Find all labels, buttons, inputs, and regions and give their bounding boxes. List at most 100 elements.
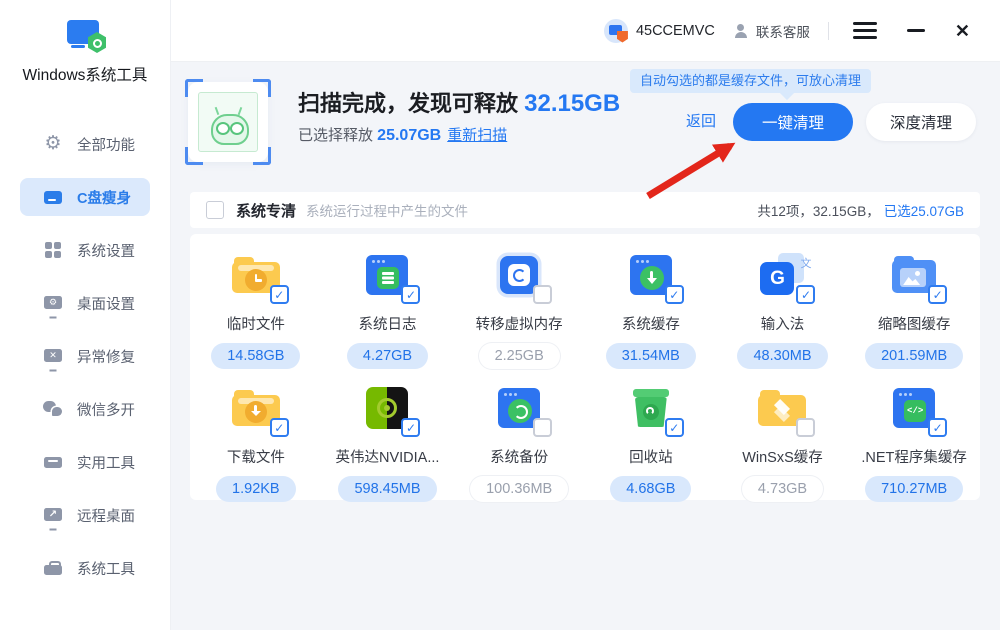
toolbox-icon: [43, 452, 63, 472]
item-label: 系统日志: [358, 313, 416, 334]
grid-icon: [43, 240, 63, 260]
main-area: 45CCEMVC 联系客服 ✕: [170, 0, 1000, 630]
item-label: .NET程序集缓存: [861, 446, 967, 467]
item-checkbox[interactable]: ✓: [796, 285, 815, 304]
gear-icon: [43, 134, 63, 154]
item-checkbox[interactable]: [533, 285, 552, 304]
minimize-button[interactable]: [901, 23, 931, 38]
item-checkbox[interactable]: ✓: [270, 285, 289, 304]
sidebar-item-monitor-gear[interactable]: 桌面设置: [20, 284, 150, 322]
cleanup-item[interactable]: ✓ .NET程序集缓存 710.27MB: [848, 369, 980, 502]
close-button[interactable]: ✕: [949, 16, 976, 46]
disk-icon: [43, 187, 63, 207]
cache-tooltip: 自动勾选的都是缓存文件，可放心清理: [630, 69, 871, 93]
robot-face-icon: [207, 108, 249, 142]
sidebar: Windows系统工具 全部功能 C盘瘦身 系统设置 桌面设置 异常修复 微信多…: [0, 0, 171, 630]
cleanup-item[interactable]: ✓ 输入法 48.30MB: [717, 236, 849, 369]
contact-support-button[interactable]: 联系客服: [733, 21, 810, 41]
sidebar-item-toolbox[interactable]: 实用工具: [20, 443, 150, 481]
item-checkbox[interactable]: ✓: [928, 418, 947, 437]
sidebar-item-label: 桌面设置: [77, 293, 135, 314]
sidebar-item-disk[interactable]: C盘瘦身: [20, 178, 150, 216]
sidebar-item-monitor-fix[interactable]: 异常修复: [20, 337, 150, 375]
one-click-clean-button[interactable]: 一键清理: [733, 103, 853, 141]
item-size-badge: 31.54MB: [606, 343, 696, 369]
item-label: WinSxS缓存: [742, 446, 823, 467]
item-label: 系统缓存: [622, 313, 680, 334]
sidebar-item-label: C盘瘦身: [77, 187, 131, 208]
item-checkbox[interactable]: ✓: [401, 285, 420, 304]
app-logo-icon: [67, 20, 103, 50]
found-size-value: 32.15GB: [524, 90, 620, 117]
item-label: 输入法: [761, 313, 805, 334]
cleanup-item[interactable]: ✓ 系统日志 4.27GB: [322, 236, 454, 369]
close-icon: ✕: [955, 22, 970, 40]
cleanup-item[interactable]: 转移虚拟内存 2.25GB: [453, 236, 585, 369]
monitor-gear-icon: [43, 293, 63, 313]
cleanup-item[interactable]: 系统备份 100.36MB: [453, 369, 585, 502]
sidebar-item-label: 异常修复: [77, 346, 135, 367]
scan-result-title: 扫描完成，发现可释放 32.15GB: [298, 86, 620, 118]
item-size-badge: 14.58GB: [211, 343, 300, 369]
back-button[interactable]: 返回: [686, 103, 716, 141]
cleanup-item[interactable]: ✓ 缩略图缓存 201.59MB: [848, 236, 980, 369]
cleanup-item[interactable]: ✓ 临时文件 14.58GB: [190, 236, 322, 369]
item-checkbox[interactable]: [796, 418, 815, 437]
cleanup-item[interactable]: ✓ 回收站 4.68GB: [585, 369, 717, 502]
item-checkbox[interactable]: ✓: [665, 418, 684, 437]
scan-selected-line: 已选择释放 25.07GB重新扫描: [298, 124, 507, 145]
item-checkbox[interactable]: ✓: [665, 285, 684, 304]
item-size-badge: 710.27MB: [865, 476, 963, 502]
sidebar-item-gear[interactable]: 全部功能: [20, 125, 150, 163]
item-size-badge: 4.68GB: [610, 476, 691, 502]
person-icon: [733, 23, 749, 39]
cleanup-item[interactable]: ✓ 英伟达NVIDIA... 598.45MB: [322, 369, 454, 502]
menu-button[interactable]: [847, 16, 883, 45]
titlebar: 45CCEMVC 联系客服 ✕: [170, 0, 1000, 62]
section-header: 系统专清 系统运行过程中产生的文件 共12项，32.15GB，已选25.07GB: [190, 192, 980, 228]
wechat-icon: [43, 399, 63, 419]
rescan-link[interactable]: 重新扫描: [447, 127, 507, 144]
sidebar-nav: 全部功能 C盘瘦身 系统设置 桌面设置 异常修复 微信多开 实用工具 远程桌面 …: [0, 125, 170, 587]
sidebar-item-wechat[interactable]: 微信多开: [20, 390, 150, 428]
item-label: 英伟达NVIDIA...: [336, 446, 440, 467]
item-size-badge: 201.59MB: [865, 343, 963, 369]
selected-size-value: 25.07GB: [377, 127, 441, 144]
sidebar-item-grid[interactable]: 系统设置: [20, 231, 150, 269]
briefcase-icon: [43, 558, 63, 578]
content-area: 扫描完成，发现可释放 32.15GB 已选择释放 25.07GB重新扫描 自动勾…: [170, 62, 1000, 630]
account-avatar-icon: [604, 19, 628, 43]
remote-icon: [43, 505, 63, 525]
item-label: 回收站: [629, 446, 673, 467]
section-checkbox[interactable]: [206, 201, 224, 219]
account-name: 45CCEMVC: [636, 23, 715, 39]
account-badge[interactable]: 45CCEMVC: [604, 19, 715, 43]
sidebar-item-label: 系统工具: [77, 558, 135, 579]
sidebar-item-label: 系统设置: [77, 240, 135, 261]
sidebar-item-remote[interactable]: 远程桌面: [20, 496, 150, 534]
item-label: 系统备份: [490, 446, 548, 467]
item-checkbox[interactable]: ✓: [401, 418, 420, 437]
monitor-fix-icon: [43, 346, 63, 366]
hamburger-icon: [853, 22, 877, 39]
cleanup-items-grid: ✓ 临时文件 14.58GB ✓ 系统日志 4.27GB: [190, 234, 980, 500]
item-size-badge: 1.92KB: [216, 476, 296, 502]
sidebar-item-briefcase[interactable]: 系统工具: [20, 549, 150, 587]
section-description: 系统运行过程中产生的文件: [306, 200, 468, 220]
item-label: 转移虚拟内存: [476, 313, 563, 334]
section-title: 系统专清: [236, 200, 296, 221]
item-size-badge: 598.45MB: [338, 476, 436, 502]
item-size-badge: 4.27GB: [347, 343, 428, 369]
app-title: Windows系统工具: [0, 63, 170, 85]
item-checkbox[interactable]: [533, 418, 552, 437]
item-checkbox[interactable]: ✓: [928, 285, 947, 304]
sidebar-item-label: 全部功能: [77, 134, 135, 155]
cleanup-item[interactable]: ✓ 系统缓存 31.54MB: [585, 236, 717, 369]
item-checkbox[interactable]: ✓: [270, 418, 289, 437]
sidebar-item-label: 远程桌面: [77, 505, 135, 526]
cleanup-item[interactable]: ✓ 下载文件 1.92KB: [190, 369, 322, 502]
sidebar-item-label: 实用工具: [77, 452, 135, 473]
titlebar-divider: [828, 22, 829, 40]
cleanup-item[interactable]: WinSxS缓存 4.73GB: [717, 369, 849, 502]
deep-clean-button[interactable]: 深度清理: [866, 103, 976, 141]
